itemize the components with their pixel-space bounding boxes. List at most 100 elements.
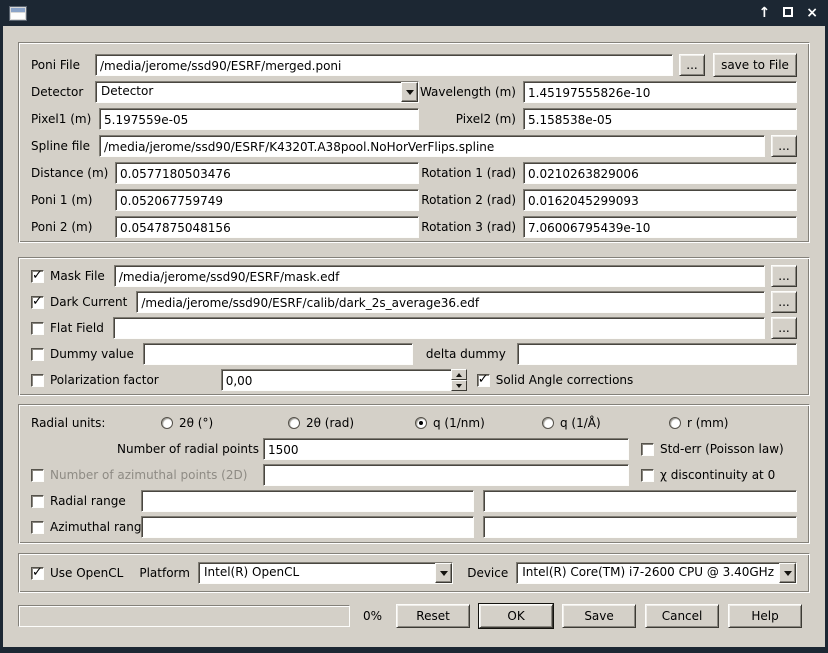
polarization-spinbox-input[interactable] <box>221 369 451 391</box>
poni2-label: Poni 2 (m) <box>31 220 115 234</box>
detector-combobox-value: Detector <box>96 82 401 102</box>
poni-file-browse-button[interactable]: ... <box>679 54 705 76</box>
dummy-value-checkbox[interactable] <box>31 348 44 361</box>
pixel-row: Pixel1 (m) Pixel2 (m) <box>31 108 797 130</box>
spline-row: Spline file ... <box>31 135 797 157</box>
radial-range-checkbox[interactable] <box>31 495 44 508</box>
corrections-group: Mask File ... Dark Current ... Flat Fiel… <box>18 257 810 396</box>
radio-icon[interactable] <box>542 417 554 429</box>
chevron-down-icon[interactable] <box>401 82 418 102</box>
poni2-input[interactable] <box>115 216 419 238</box>
integration-group: Radial units: 2θ (°) 2θ (rad) q (1/nm) q… <box>18 404 810 544</box>
save-button[interactable]: Save <box>562 604 636 628</box>
distance-label: Distance (m) <box>31 166 115 180</box>
azimuthal-range-min-input[interactable] <box>141 516 474 538</box>
poni-file-label: Poni File <box>31 58 95 72</box>
radial-points-input[interactable] <box>263 438 629 460</box>
dark-current-label: Dark Current <box>50 295 127 309</box>
poni1-row: Poni 1 (m) Rotation 2 (rad) <box>31 189 797 211</box>
detector-row: Detector Detector Wavelength (m) <box>31 81 797 103</box>
rotation1-label: Rotation 1 (rad) <box>419 166 523 180</box>
radio-2theta-deg[interactable]: 2θ (°) <box>161 416 288 430</box>
radial-points-row: Number of radial points Std-err (Poisson… <box>31 438 797 460</box>
rotation3-input[interactable] <box>523 216 797 238</box>
radio-label: 2θ (°) <box>179 416 213 430</box>
distance-input[interactable] <box>115 162 419 184</box>
azimuthal-points-input[interactable] <box>263 464 629 486</box>
radial-range-min-input[interactable] <box>141 490 474 512</box>
radio-icon[interactable] <box>288 417 300 429</box>
reset-button[interactable]: Reset <box>396 604 470 628</box>
dummy-value-input[interactable] <box>143 343 413 365</box>
device-combobox-value: Intel(R) Core(TM) i7-2600 CPU @ 3.40GHz <box>517 563 779 583</box>
dark-current-browse-button[interactable]: ... <box>771 291 797 313</box>
maximize-icon[interactable] <box>783 7 793 17</box>
shade-window-icon[interactable]: ↑ <box>759 5 771 21</box>
rotation2-input[interactable] <box>523 189 797 211</box>
geometry-group: Poni File ... save to File Detector Dete… <box>18 42 810 243</box>
spin-down-icon[interactable] <box>451 380 467 391</box>
close-icon[interactable]: × <box>806 5 818 21</box>
poni-file-input[interactable] <box>95 54 673 76</box>
chi-discontinuity-checkbox[interactable] <box>641 469 654 482</box>
radio-icon[interactable] <box>415 417 427 429</box>
radio-label: r (mm) <box>687 416 729 430</box>
flat-field-browse-button[interactable]: ... <box>771 317 797 339</box>
device-combobox[interactable]: Intel(R) Core(TM) i7-2600 CPU @ 3.40GHz <box>516 562 797 584</box>
azimuthal-range-row: Azimuthal range <box>31 516 797 538</box>
chevron-down-icon[interactable] <box>435 563 452 583</box>
detector-combobox[interactable]: Detector <box>95 81 419 103</box>
azimuthal-range-checkbox[interactable] <box>31 521 44 534</box>
solid-angle-checkbox[interactable] <box>477 374 490 387</box>
poni2-row: Poni 2 (m) Rotation 3 (rad) <box>31 216 797 238</box>
radio-icon[interactable] <box>161 417 173 429</box>
flat-field-label: Flat Field <box>50 321 104 335</box>
radio-r-mm[interactable]: r (mm) <box>669 416 796 430</box>
pixel1-label: Pixel1 (m) <box>31 112 99 126</box>
rotation1-input[interactable] <box>523 162 797 184</box>
radio-2theta-rad[interactable]: 2θ (rad) <box>288 416 415 430</box>
radial-range-max-input[interactable] <box>483 490 797 512</box>
radio-icon[interactable] <box>669 417 681 429</box>
help-button[interactable]: Help <box>728 604 802 628</box>
spin-up-icon[interactable] <box>451 369 467 380</box>
wavelength-input[interactable] <box>523 81 797 103</box>
delta-dummy-input[interactable] <box>517 343 797 365</box>
radio-label: q (1/nm) <box>433 416 485 430</box>
dark-current-checkbox[interactable] <box>31 296 44 309</box>
polarization-checkbox[interactable] <box>31 374 44 387</box>
pixel1-input[interactable] <box>99 108 419 130</box>
mask-file-browse-button[interactable]: ... <box>771 265 797 287</box>
ok-button[interactable]: OK <box>479 604 553 628</box>
platform-combobox[interactable]: Intel(R) OpenCL <box>198 562 453 584</box>
spline-file-browse-button[interactable]: ... <box>771 135 797 157</box>
polarization-label: Polarization factor <box>50 373 159 387</box>
titlebar[interactable]: ↑ × <box>0 0 828 26</box>
chevron-down-icon[interactable] <box>779 563 796 583</box>
cancel-button[interactable]: Cancel <box>645 604 719 628</box>
dialog-window: ↑ × Poni File ... save to File Detector … <box>0 0 828 653</box>
pixel2-input[interactable] <box>523 108 797 130</box>
flat-field-checkbox[interactable] <box>31 322 44 335</box>
spline-file-input[interactable] <box>99 135 765 157</box>
mask-file-input[interactable] <box>114 265 765 287</box>
solid-angle-label: Solid Angle corrections <box>496 373 634 387</box>
flat-field-row: Flat Field ... <box>31 317 797 339</box>
platform-combobox-value: Intel(R) OpenCL <box>199 563 435 583</box>
mask-file-checkbox[interactable] <box>31 270 44 283</box>
dark-current-input[interactable] <box>136 291 765 313</box>
save-to-file-button[interactable]: save to File <box>713 53 797 77</box>
use-opencl-checkbox[interactable] <box>31 567 44 580</box>
pixel2-label: Pixel2 (m) <box>419 112 523 126</box>
std-err-checkbox[interactable] <box>641 443 654 456</box>
polarization-spinbox[interactable] <box>221 369 467 391</box>
radio-q-angstrom[interactable]: q (1/Å) <box>542 416 669 430</box>
poni1-input[interactable] <box>115 189 419 211</box>
azimuthal-points-row: Number of azimuthal points (2D) χ discon… <box>31 464 797 486</box>
azimuthal-range-max-input[interactable] <box>483 516 797 538</box>
radio-q-nm[interactable]: q (1/nm) <box>415 416 542 430</box>
flat-field-input[interactable] <box>113 317 765 339</box>
azimuthal-points-checkbox[interactable] <box>31 469 44 482</box>
mask-file-label: Mask File <box>50 269 105 283</box>
radial-range-label: Radial range <box>50 494 126 508</box>
